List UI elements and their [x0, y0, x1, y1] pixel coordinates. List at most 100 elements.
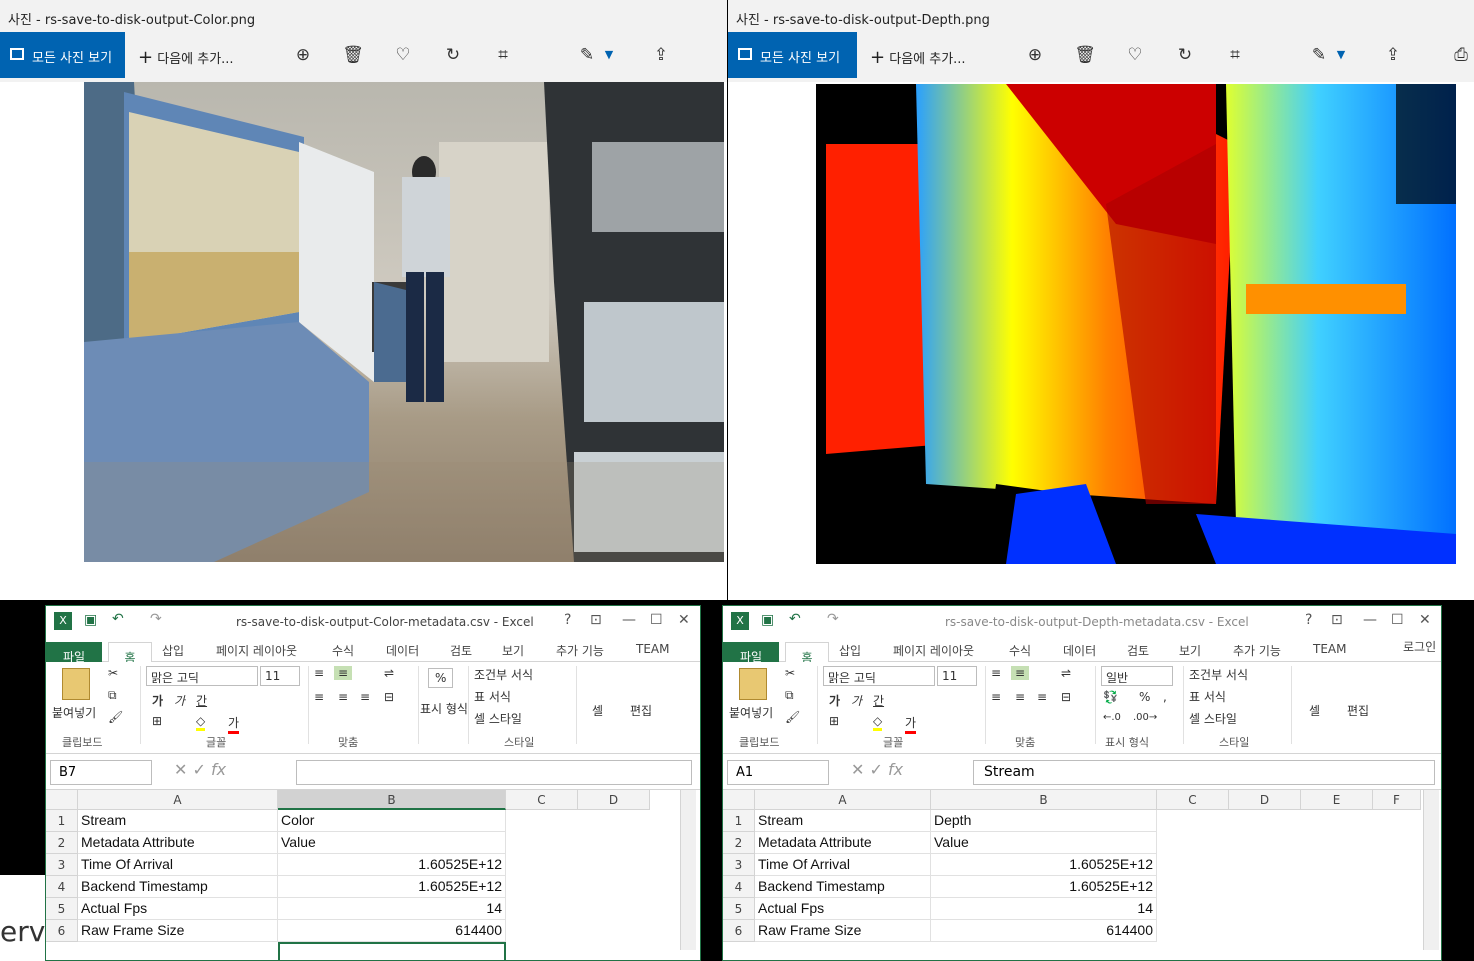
align-right-icon[interactable]: ≡ — [1037, 690, 1047, 704]
delete-icon[interactable]: 🗑 — [1074, 44, 1096, 66]
align-middle-icon[interactable]: ≡ — [1011, 666, 1030, 680]
cell-a1[interactable]: Stream — [755, 810, 931, 832]
edit-icon[interactable]: ✎ — [1308, 44, 1330, 66]
cell-a6[interactable]: Raw Frame Size — [78, 920, 278, 942]
number-format-select[interactable]: 일반 — [1101, 666, 1173, 686]
font-size-select[interactable]: 11 — [260, 666, 300, 686]
formula-input[interactable] — [296, 760, 692, 785]
underline-icon[interactable]: 간 — [196, 692, 207, 709]
format-painter-icon[interactable]: 🖌 — [785, 710, 800, 724]
chevron-down-icon[interactable]: ▼ — [1330, 44, 1352, 66]
help-icon[interactable]: ? — [1305, 612, 1312, 628]
tab-insert[interactable]: 삽입 — [162, 642, 184, 659]
cell-a6[interactable]: Raw Frame Size — [755, 920, 931, 942]
cell-b2[interactable]: Value — [931, 832, 1157, 854]
column-header[interactable]: E — [1301, 790, 1373, 810]
cells-button[interactable]: 셀 — [592, 702, 603, 719]
add-to-button[interactable]: + 다음에 추가... — [138, 47, 234, 68]
italic-icon[interactable]: 가 — [174, 692, 185, 709]
minimize-icon[interactable]: — — [622, 612, 636, 628]
share-icon[interactable]: ⇪ — [650, 44, 672, 66]
copy-icon[interactable]: ⧉ — [785, 688, 794, 703]
row-header[interactable]: 1 — [723, 810, 755, 832]
font-color-icon[interactable]: 가 — [228, 714, 240, 734]
cell-a2[interactable]: Metadata Attribute — [755, 832, 931, 854]
cell-b4[interactable]: 1.60525E+12 — [278, 876, 506, 898]
help-icon[interactable]: ? — [564, 612, 571, 628]
cut-icon[interactable]: ✂ — [785, 666, 795, 680]
row-header[interactable]: 4 — [46, 876, 78, 898]
row-header[interactable]: 2 — [46, 832, 78, 854]
tab-team[interactable]: TEAM — [1313, 642, 1346, 656]
tab-addins[interactable]: 추가 기능 — [556, 642, 604, 659]
tab-review[interactable]: 검토 — [450, 642, 472, 659]
close-icon[interactable]: ✕ — [678, 612, 690, 628]
font-size-select[interactable]: 11 — [937, 666, 977, 686]
paste-icon[interactable] — [739, 668, 767, 700]
share-icon[interactable]: ⇪ — [1382, 44, 1404, 66]
conditional-format-button[interactable]: 조건부 서식 — [1189, 666, 1248, 683]
percent-icon[interactable]: % — [428, 668, 454, 688]
redo-icon[interactable]: ↷ — [150, 611, 162, 627]
fill-color-icon[interactable]: ◇ — [873, 714, 883, 731]
tab-view[interactable]: 보기 — [502, 642, 524, 659]
paste-button[interactable]: 붙여넣기 — [52, 704, 96, 721]
cells-button[interactable]: 셀 — [1309, 702, 1320, 719]
print-icon[interactable]: ⎙ — [1450, 44, 1472, 66]
tab-addins[interactable]: 추가 기능 — [1233, 642, 1281, 659]
align-top-icon[interactable]: ≡ — [991, 666, 1001, 680]
tab-data[interactable]: 데이터 — [1063, 642, 1096, 659]
tab-view[interactable]: 보기 — [1179, 642, 1201, 659]
cell-b3[interactable]: 1.60525E+12 — [931, 854, 1157, 876]
zoom-icon[interactable]: ⊕ — [292, 44, 314, 66]
undo-icon[interactable]: ↶ — [789, 611, 801, 627]
font-color-icon[interactable]: 가 — [905, 714, 917, 734]
cell-a4[interactable]: Backend Timestamp — [755, 876, 931, 898]
name-box[interactable]: B7 — [50, 760, 152, 785]
paste-button[interactable]: 붙여넣기 — [729, 704, 773, 721]
cell-b5[interactable]: 14 — [278, 898, 506, 920]
fill-color-icon[interactable]: ◇ — [196, 714, 206, 731]
tab-formulas[interactable]: 수식 — [1009, 642, 1031, 659]
cell-b6[interactable]: 614400 — [931, 920, 1157, 942]
bold-icon[interactable]: 가 — [829, 692, 840, 709]
wrap-text-icon[interactable]: ⇌ — [1061, 666, 1071, 680]
cell-b7-selected[interactable] — [278, 942, 506, 960]
column-header[interactable]: B — [278, 790, 506, 810]
merge-icon[interactable]: ⊟ — [384, 690, 394, 704]
format-painter-icon[interactable]: 🖌 — [108, 710, 123, 724]
column-header[interactable]: C — [1157, 790, 1229, 810]
cell-a3[interactable]: Time Of Arrival — [78, 854, 278, 876]
heart-icon[interactable]: ♡ — [392, 44, 414, 66]
maximize-icon[interactable]: ☐ — [650, 612, 663, 628]
row-header[interactable]: 6 — [723, 920, 755, 942]
row-header[interactable]: 1 — [46, 810, 78, 832]
column-header[interactable]: D — [1229, 790, 1301, 810]
column-header[interactable]: B — [931, 790, 1157, 810]
cell-b6[interactable]: 614400 — [278, 920, 506, 942]
border-icon[interactable]: ⊞ — [829, 714, 839, 728]
cell-b4[interactable]: 1.60525E+12 — [931, 876, 1157, 898]
cut-icon[interactable]: ✂ — [108, 666, 118, 680]
save-icon[interactable]: ▣ — [761, 612, 774, 628]
currency-icon[interactable]: 💱 — [1103, 690, 1118, 704]
bold-icon[interactable]: 가 — [152, 692, 163, 709]
row-header[interactable]: 3 — [46, 854, 78, 876]
ribbon-display-icon[interactable]: ⊡ — [590, 612, 602, 628]
align-center-icon[interactable]: ≡ — [338, 690, 348, 704]
cell-a3[interactable]: Time Of Arrival — [755, 854, 931, 876]
edit-button[interactable]: 편집 — [630, 702, 652, 719]
tab-page-layout[interactable]: 페이지 레이아웃 — [893, 642, 974, 659]
edit-button[interactable]: 편집 — [1347, 702, 1369, 719]
tab-data[interactable]: 데이터 — [386, 642, 419, 659]
save-icon[interactable]: ▣ — [84, 612, 97, 628]
tab-review[interactable]: 검토 — [1127, 642, 1149, 659]
align-top-icon[interactable]: ≡ — [314, 666, 324, 680]
wrap-text-icon[interactable]: ⇌ — [384, 666, 394, 680]
font-name-select[interactable]: 맑은 고딕 — [823, 666, 935, 686]
conditional-format-button[interactable]: 조건부 서식 — [474, 666, 533, 683]
crop-icon[interactable]: ⌗ — [1224, 44, 1246, 66]
cell-style-button[interactable]: 셀 스타일 — [474, 710, 522, 727]
cell-b5[interactable]: 14 — [931, 898, 1157, 920]
column-header[interactable]: A — [78, 790, 278, 810]
